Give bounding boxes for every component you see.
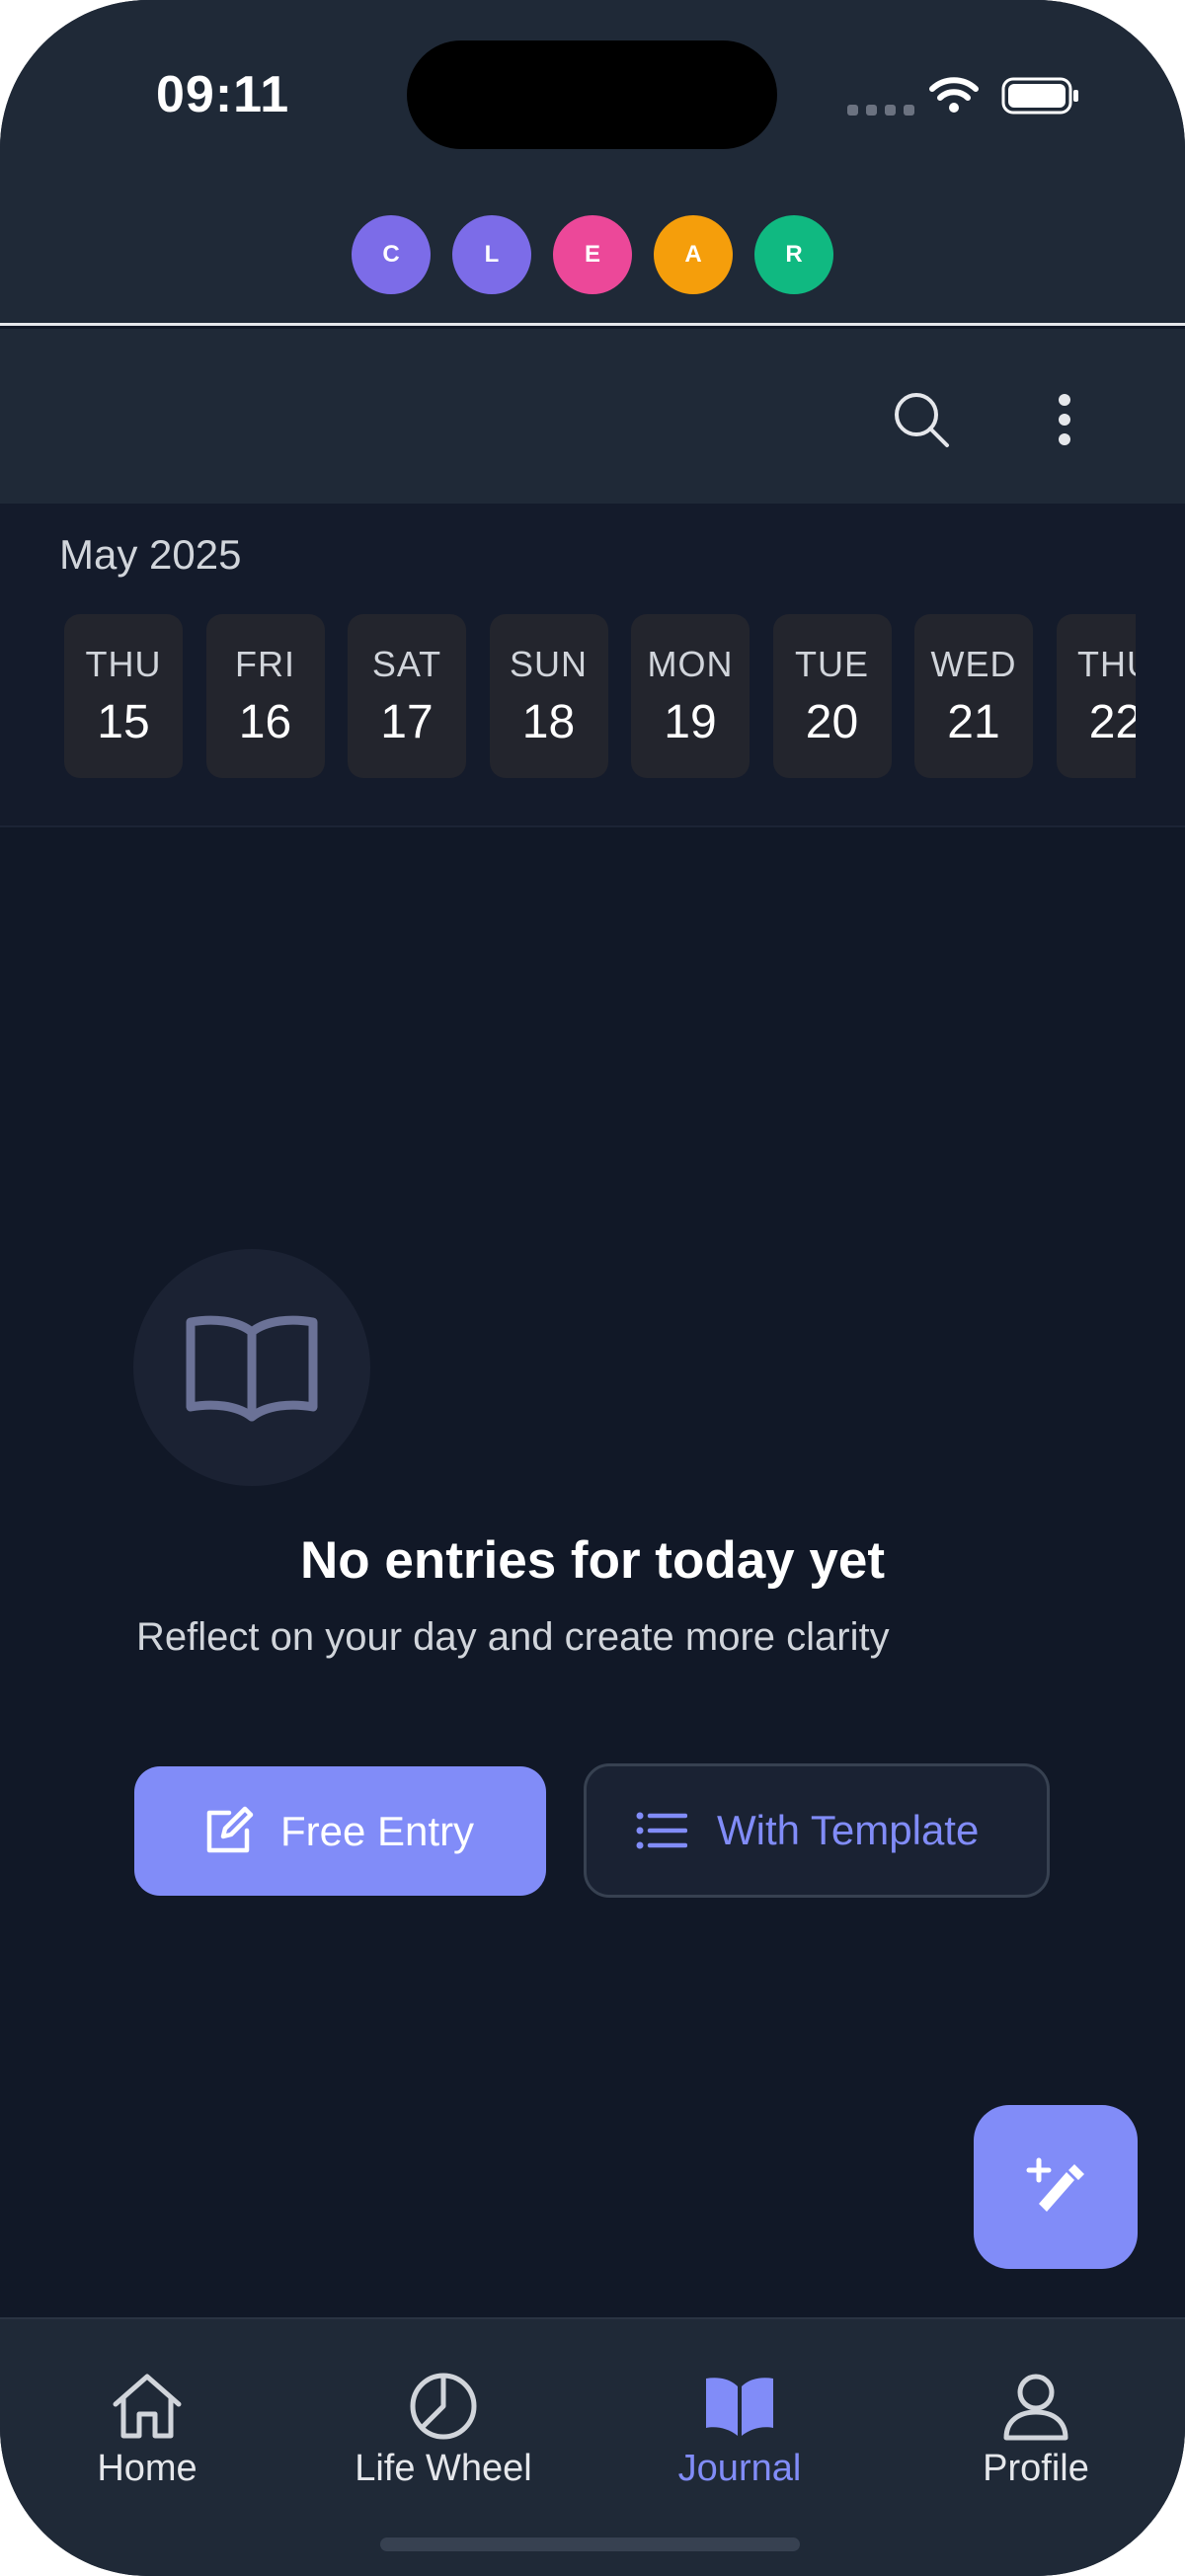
battery-icon <box>1001 77 1078 115</box>
day-chip[interactable]: SAT 17 <box>348 614 466 778</box>
status-time: 09:11 <box>156 66 290 123</box>
day-number: 18 <box>521 696 576 748</box>
empty-state-illustration <box>133 1249 370 1486</box>
book-icon <box>706 2378 773 2436</box>
nav-home-label: Home <box>97 2448 198 2489</box>
day-chip[interactable]: WED 21 <box>914 614 1033 778</box>
wand-sparkle-icon <box>1026 2157 1084 2212</box>
status-icons <box>847 69 1084 124</box>
edit-square-icon <box>206 1806 254 1852</box>
day-of-week: SUN <box>509 644 588 684</box>
nav-profile-label: Profile <box>983 2448 1089 2489</box>
day-number: 22 <box>1088 696 1136 748</box>
day-chip[interactable]: SUN 18 <box>489 614 608 778</box>
day-number: 21 <box>947 696 1000 748</box>
day-number: 17 <box>380 696 434 748</box>
with-template-label: With Template <box>717 1807 980 1853</box>
more-vertical-icon <box>1059 394 1070 445</box>
nav-journal-label: Journal <box>677 2448 802 2489</box>
day-of-week: FRI <box>235 644 295 684</box>
brand-logo: CLEAR <box>0 215 1185 294</box>
month-label: May 2025 <box>59 531 242 578</box>
day-of-week: WED <box>930 644 1017 684</box>
toolbar <box>0 329 1185 504</box>
book-open-icon <box>186 1315 318 1422</box>
pie-chart-icon <box>410 2373 477 2440</box>
free-entry-button[interactable]: Free Entry <box>134 1766 546 1896</box>
search-icon <box>895 393 949 447</box>
app-screen: 09:11 CLEAR May 2025 THU 15 FRI 16 SAT 1… <box>0 0 1185 2576</box>
empty-state-title: No entries for today yet <box>300 1531 885 1590</box>
day-chip[interactable]: TUE 20 <box>772 614 892 778</box>
day-of-week: SAT <box>371 644 442 684</box>
day-number: 19 <box>664 696 717 748</box>
nav-life-wheel[interactable]: Life Wheel <box>325 2371 562 2490</box>
day-chip[interactable]: FRI 16 <box>205 614 325 778</box>
day-number: 16 <box>238 696 292 748</box>
day-of-week: TUE <box>795 644 869 684</box>
empty-state-subtitle: Reflect on your day and create more clar… <box>136 1615 890 1659</box>
home-icon <box>113 2374 182 2439</box>
day-chip[interactable]: THU 15 <box>64 614 183 778</box>
list-icon <box>636 1812 687 1849</box>
with-template-button[interactable]: With Template <box>584 1763 1050 1898</box>
date-strip: May 2025 THU 15 FRI 16 SAT 17 SUN 18 MON 19 TUE 20 W… <box>0 504 1185 827</box>
new-entry-fab[interactable] <box>974 2105 1138 2269</box>
day-chip[interactable]: MON 19 <box>631 614 750 778</box>
brand-letter: E <box>553 215 632 294</box>
day-of-week: THU <box>1077 644 1136 684</box>
day-list: THU 15 FRI 16 SAT 17 SUN 18 MON 19 TUE 20 WED 21 THU 22 <box>64 614 1136 778</box>
home-indicator <box>380 2537 800 2551</box>
dynamic-island <box>407 40 777 149</box>
day-of-week: MON <box>647 644 734 684</box>
brand-letter: A <box>654 215 733 294</box>
top-header: 09:11 CLEAR <box>0 0 1185 326</box>
brand-letter: L <box>452 215 531 294</box>
day-number: 15 <box>97 696 150 748</box>
day-number: 20 <box>805 696 859 748</box>
wifi-icon <box>929 77 979 113</box>
nav-home[interactable]: Home <box>29 2371 266 2490</box>
brand-letter: C <box>352 215 431 294</box>
brand-letter: R <box>754 215 833 294</box>
day-chip[interactable]: THU 22 <box>1056 614 1136 778</box>
nav-journal[interactable]: Journal <box>621 2371 858 2490</box>
nav-profile[interactable]: Profile <box>917 2371 1154 2490</box>
signal-icon <box>847 105 914 116</box>
free-entry-label: Free Entry <box>280 1807 475 1854</box>
day-of-week: THU <box>85 644 162 684</box>
user-icon <box>1003 2374 1068 2441</box>
search-button[interactable] <box>882 380 961 459</box>
nav-life-wheel-label: Life Wheel <box>355 2448 532 2489</box>
more-options-button[interactable] <box>1027 380 1102 459</box>
